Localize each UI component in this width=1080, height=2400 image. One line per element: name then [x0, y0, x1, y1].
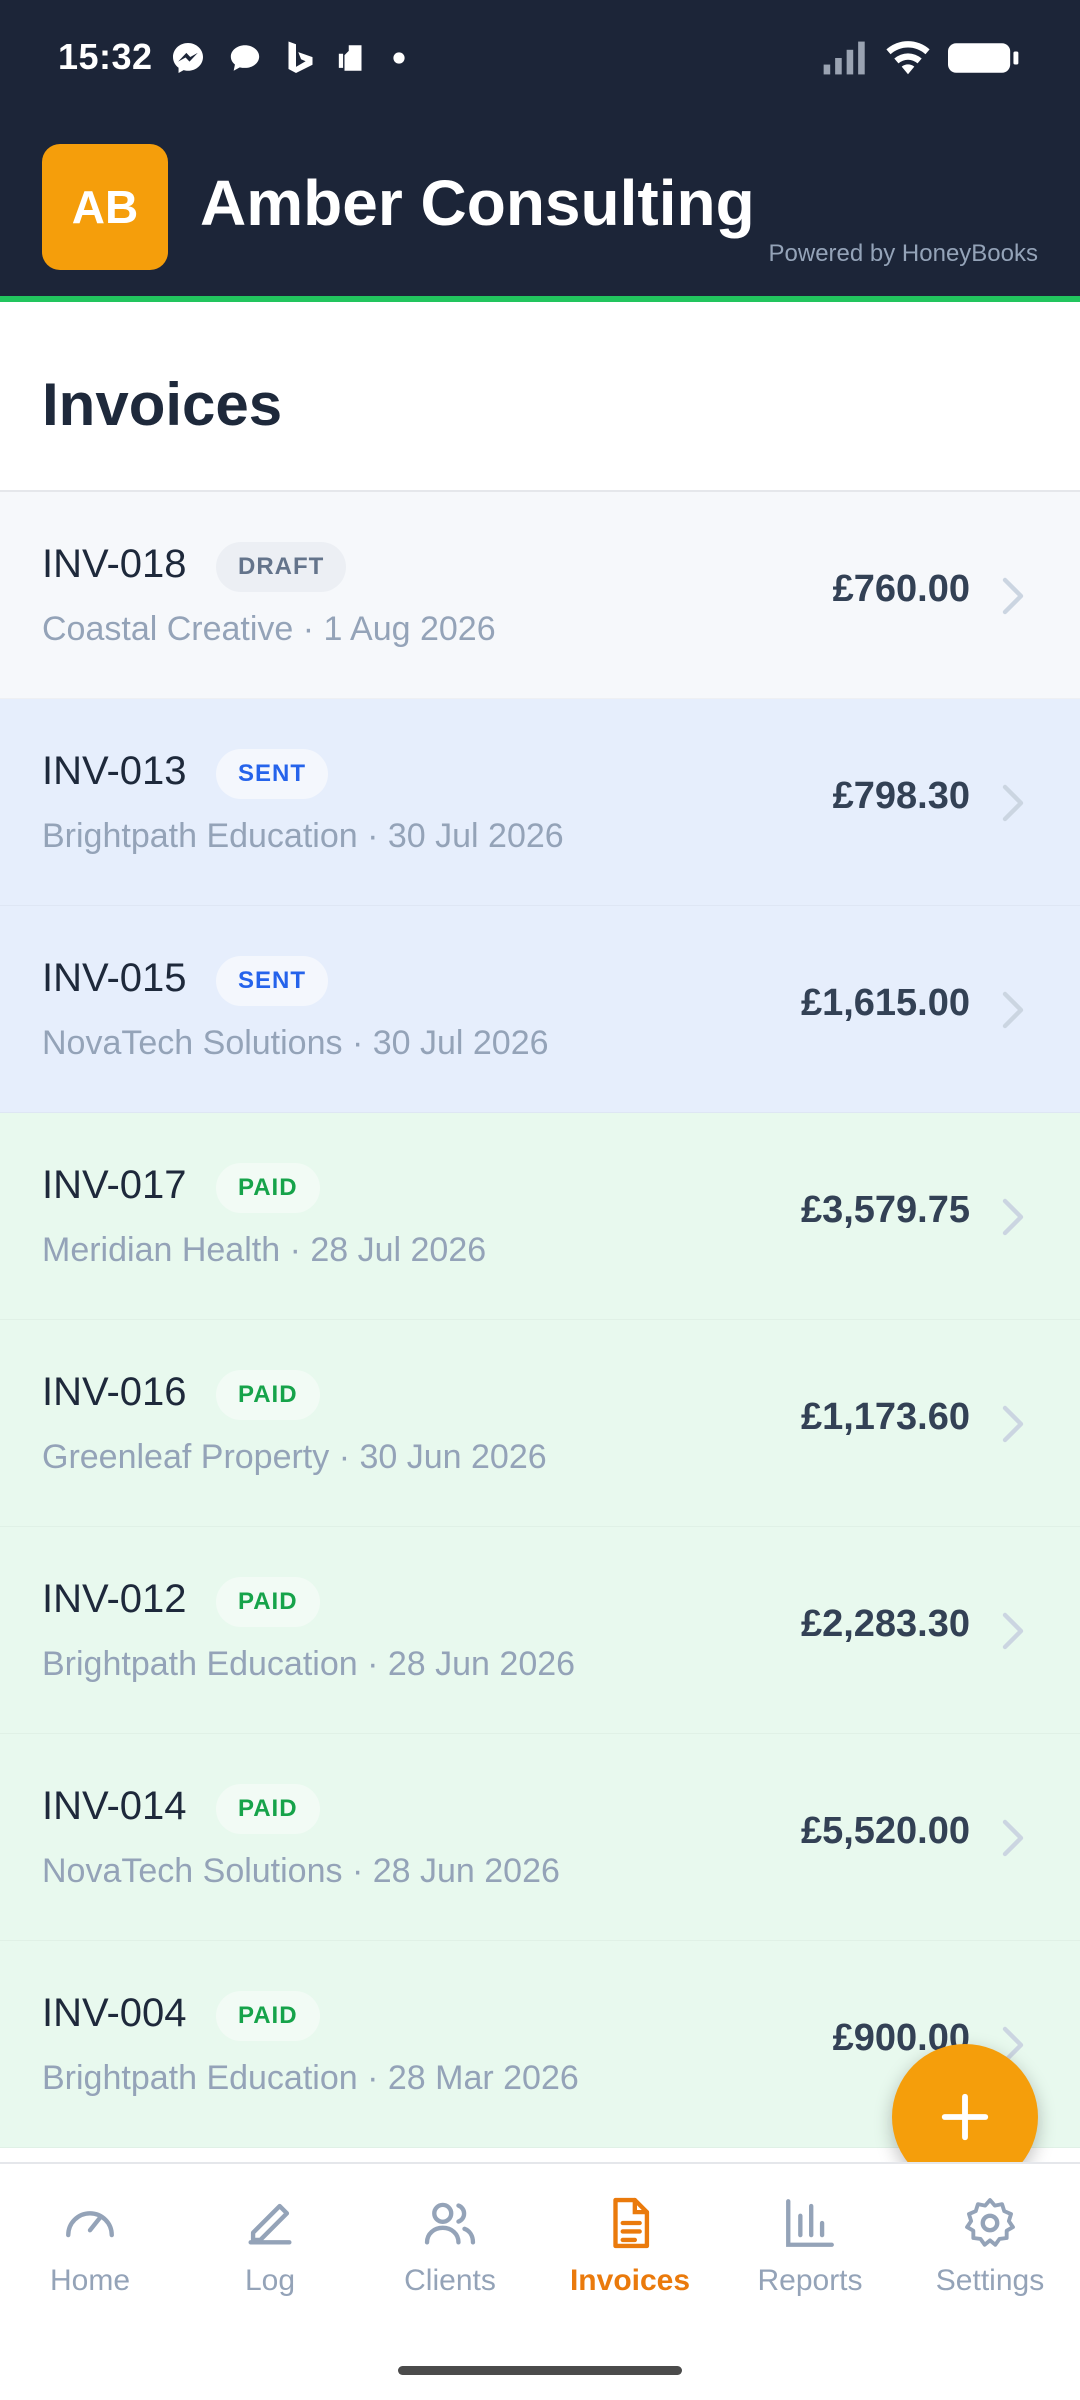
status-badge: PAID [216, 1991, 320, 2041]
nav-item-invoices[interactable]: Invoices [540, 2194, 720, 2344]
invoice-row[interactable]: INV-013 SENT Brightpath Education · 30 J… [0, 699, 1080, 906]
invoice-number: INV-018 [42, 542, 187, 586]
nav-item-reports[interactable]: Reports [720, 2194, 900, 2344]
nav-label: Settings [935, 2264, 1045, 2297]
nav-item-settings[interactable]: Settings [900, 2194, 1080, 2344]
battery-icon [948, 43, 1019, 73]
bar-chart-icon [786, 2199, 834, 2247]
bing-icon [288, 41, 313, 73]
invoice-amount: £3,579.75 [800, 1189, 970, 1231]
invoice-client-date: Coastal Creative · 1 Aug 2026 [42, 610, 496, 648]
status-time: 15:32 [58, 36, 153, 77]
nav-item-home[interactable]: Home [0, 2194, 180, 2344]
chevron-right-icon [1002, 1405, 1024, 1443]
invoice-amount: £798.30 [832, 775, 970, 817]
invoice-number: INV-004 [42, 1991, 187, 2035]
invoice-row[interactable]: INV-014 PAID NovaTech Solutions · 28 Jun… [0, 1734, 1080, 1941]
invoice-amount: £2,283.30 [800, 1603, 970, 1645]
business-avatar[interactable]: AB [42, 144, 168, 270]
page-title: Invoices [42, 371, 283, 438]
nav-label: Home [49, 2264, 131, 2297]
signal-icon [823, 41, 865, 75]
invoice-client-date: Greenleaf Property · 30 Jun 2026 [42, 1438, 547, 1476]
status-badge: SENT [216, 749, 329, 799]
plus-icon [941, 2093, 989, 2141]
invoice-number: INV-012 [42, 1577, 187, 1621]
status-badge: SENT [216, 956, 329, 1006]
system-icons [822, 40, 1020, 76]
status-badge: PAID [216, 1370, 320, 1420]
invoice-client-date: Brightpath Education · 30 Jul 2026 [42, 817, 564, 855]
document-icon [613, 2197, 650, 2249]
nav-label: Clients [404, 2264, 496, 2297]
status-badge: PAID [216, 1784, 320, 1834]
chevron-right-icon [1002, 991, 1024, 1029]
invoice-row[interactable]: INV-016 PAID Greenleaf Property · 30 Jun… [0, 1320, 1080, 1527]
wifi-icon [886, 41, 930, 75]
invoice-client-date: Meridian Health · 28 Jul 2026 [42, 1231, 487, 1269]
chevron-right-icon [1002, 1819, 1024, 1857]
nav-label: Invoices [569, 2264, 691, 2297]
invoice-row[interactable]: INV-012 PAID Brightpath Education · 28 J… [0, 1527, 1080, 1734]
invoice-row[interactable]: INV-015 SENT NovaTech Solutions · 30 Jul… [0, 906, 1080, 1113]
nav-label: Reports [757, 2264, 863, 2297]
status-badge: PAID [216, 1577, 320, 1627]
chevron-right-icon [1002, 577, 1024, 615]
invoice-number: INV-016 [42, 1370, 187, 1414]
invoice-row[interactable]: INV-017 PAID Meridian Health · 28 Jul 20… [0, 1113, 1080, 1320]
nav-item-log[interactable]: Log [180, 2194, 360, 2344]
sim-icon [338, 45, 362, 71]
dot-icon [393, 52, 405, 64]
bottom-nav: Home Log Clients Invoices Reports Settin… [0, 2162, 1080, 2400]
gear-icon [965, 2198, 1015, 2247]
invoice-amount: £1,173.60 [800, 1396, 970, 1438]
pencil-icon [248, 2203, 292, 2245]
status-badge: DRAFT [216, 542, 347, 592]
home-indicator [398, 2366, 682, 2375]
notification-icons [170, 40, 406, 76]
invoice-client-date: Brightpath Education · 28 Jun 2026 [42, 1645, 576, 1683]
chat-bubble-icon [230, 45, 260, 71]
chevron-right-icon [1002, 1198, 1024, 1236]
powered-by-label: Powered by HoneyBooks [768, 240, 1038, 267]
invoice-row[interactable]: INV-018 DRAFT Coastal Creative · 1 Aug 2… [0, 492, 1080, 699]
business-name: Amber Consulting [200, 167, 755, 239]
gauge-icon [66, 2211, 114, 2238]
chevron-right-icon [1002, 1612, 1024, 1650]
invoice-client-date: NovaTech Solutions · 28 Jun 2026 [42, 1852, 560, 1890]
nav-label: Log [244, 2264, 296, 2297]
invoice-number: INV-013 [42, 749, 187, 793]
messenger-icon [173, 43, 203, 73]
invoice-amount: £1,615.00 [800, 982, 970, 1024]
users-icon [424, 2202, 476, 2245]
invoice-list: INV-018 DRAFT Coastal Creative · 1 Aug 2… [0, 492, 1080, 2162]
nav-item-clients[interactable]: Clients [360, 2194, 540, 2344]
invoice-number: INV-015 [42, 956, 187, 1000]
chevron-right-icon [1002, 784, 1024, 822]
invoice-amount: £760.00 [832, 568, 970, 610]
invoice-number: INV-014 [42, 1784, 187, 1828]
status-bar: 15:32 [0, 0, 1080, 120]
status-badge: PAID [216, 1163, 320, 1213]
invoice-number: INV-017 [42, 1163, 187, 1207]
invoice-amount: £5,520.00 [800, 1810, 970, 1852]
invoice-client-date: NovaTech Solutions · 30 Jul 2026 [42, 1024, 549, 1062]
invoice-client-date: Brightpath Education · 28 Mar 2026 [42, 2059, 579, 2097]
